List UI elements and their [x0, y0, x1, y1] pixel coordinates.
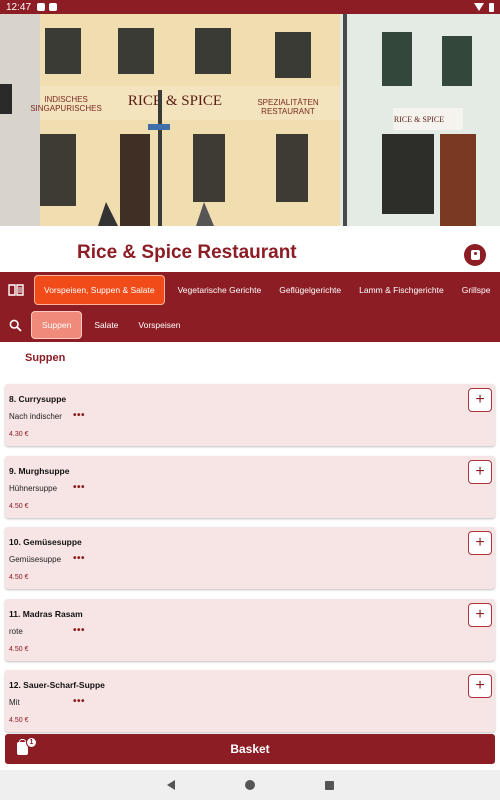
back-icon[interactable] — [166, 780, 175, 790]
item-price: 4.50 € — [9, 645, 29, 653]
svg-text:SINGAPURISCHES: SINGAPURISCHES — [30, 104, 102, 113]
page-title: Rice & Spice Restaurant — [77, 242, 297, 263]
menu-item-card[interactable]: 9. Murghsuppe Hühnersuppe ••• 4.50 € + — [5, 455, 495, 518]
status-icons — [474, 2, 494, 12]
hero-sign-right: SPEZIALITÄTEN — [257, 98, 319, 107]
item-name: 8. Currysuppe — [9, 394, 67, 404]
item-name: 9. Murghsuppe — [9, 465, 70, 476]
menu-item-card[interactable]: 11. Madras Rasam rote ••• 4.50 € + — [5, 598, 495, 661]
menu-book-button[interactable] — [2, 272, 30, 308]
header: Rice & Spice Restaurant — [0, 236, 500, 272]
item-price: 4.30 € — [9, 431, 29, 438]
search-button[interactable] — [1, 308, 29, 342]
category-tab-grillspe[interactable]: Grillspe — [453, 275, 500, 305]
subcategory-tab-vorspeisen[interactable]: Vorspeisen — [128, 311, 190, 339]
menu-item-card[interactable]: 12. Sauer-Scharf-Suppe Mit ••• 4.50 € + — [5, 670, 495, 732]
status-bar: 12:47 — [0, 0, 500, 14]
search-icon — [9, 319, 22, 332]
more-icon[interactable]: ••• — [73, 696, 85, 707]
add-to-basket-button[interactable]: + — [468, 459, 492, 484]
more-icon[interactable]: ••• — [73, 625, 85, 636]
add-to-basket-button[interactable]: + — [468, 388, 492, 412]
item-description: Mit — [9, 698, 20, 707]
subcategory-tab-suppen[interactable]: Suppen — [31, 311, 83, 339]
storage-icon — [49, 3, 58, 11]
menu-book-icon — [8, 284, 24, 296]
notification-icon — [37, 3, 46, 11]
menu-item-card[interactable]: 8. Currysuppe Nach indischer ••• 4.30 € … — [5, 384, 495, 446]
category-tab-vegetarische-gerichte[interactable]: Vegetarische Gerichte — [169, 275, 271, 305]
category-tab-gefluegelgerichte[interactable]: Geflügelgerichte — [270, 275, 350, 305]
item-name: 11. Madras Rasam — [9, 608, 83, 619]
menu-item-list: 8. Currysuppe Nach indischer ••• 4.30 € … — [5, 384, 495, 742]
restaurant-photo: INDISCHES SINGAPURISCHES RICE & SPICE SP… — [0, 14, 500, 226]
basket-button[interactable]: 1 Basket — [5, 734, 495, 764]
add-to-basket-button[interactable]: + — [468, 602, 492, 627]
section-title: Suppen — [25, 352, 66, 364]
profile-button[interactable] — [464, 244, 486, 266]
menu-item-card[interactable]: 10. Gemüsesuppe Gemüsesuppe ••• 4.50 € + — [5, 527, 495, 589]
recents-icon[interactable] — [324, 780, 334, 790]
category-bar: Vorspeisen, Suppen & Salate Vegetarische… — [0, 272, 500, 308]
basket-count-badge: 1 — [26, 737, 37, 748]
item-description: rote — [9, 626, 23, 636]
app-screen: 12:47 INDISCHES SINGAPURISCHES RICE & SP… — [0, 0, 500, 800]
category-tab-vorspeisen-suppen-salate[interactable]: Vorspeisen, Suppen & Salate — [34, 275, 165, 305]
battery-icon — [489, 2, 494, 12]
more-icon[interactable]: ••• — [73, 410, 85, 421]
subcategory-tab-salate[interactable]: Salate — [84, 311, 128, 339]
hero-sign-small: RICE & SPICE — [394, 115, 444, 124]
item-price: 4.50 € — [9, 717, 29, 724]
subcategory-bar: Suppen Salate Vorspeisen — [0, 308, 500, 342]
wifi-icon — [474, 3, 484, 11]
status-time: 12:47 — [6, 1, 32, 13]
more-icon[interactable]: ••• — [73, 482, 85, 493]
item-description: Nach indischer — [9, 412, 62, 421]
home-icon[interactable] — [244, 780, 255, 790]
add-to-basket-button[interactable]: + — [468, 531, 492, 555]
item-price: 4.50 € — [9, 502, 29, 510]
item-description: Hühnersuppe — [9, 483, 58, 493]
basket-label: Basket — [230, 742, 270, 756]
system-nav-bar — [0, 770, 500, 800]
category-tab-lamm-fischgerichte[interactable]: Lamm & Fischgerichte — [350, 275, 453, 305]
item-description: Gemüsesuppe — [9, 555, 62, 564]
item-price: 4.50 € — [9, 574, 29, 581]
profile-icon — [470, 250, 480, 260]
item-name: 12. Sauer-Scharf-Suppe — [9, 680, 105, 690]
hero-sign-left: INDISCHES — [44, 95, 88, 104]
hero-sign-logo: RICE & SPICE — [128, 93, 222, 109]
svg-text:RESTAURANT: RESTAURANT — [261, 107, 315, 116]
more-icon[interactable]: ••• — [73, 553, 85, 564]
add-to-basket-button[interactable]: + — [468, 674, 492, 698]
item-name: 10. Gemüsesuppe — [9, 537, 82, 547]
